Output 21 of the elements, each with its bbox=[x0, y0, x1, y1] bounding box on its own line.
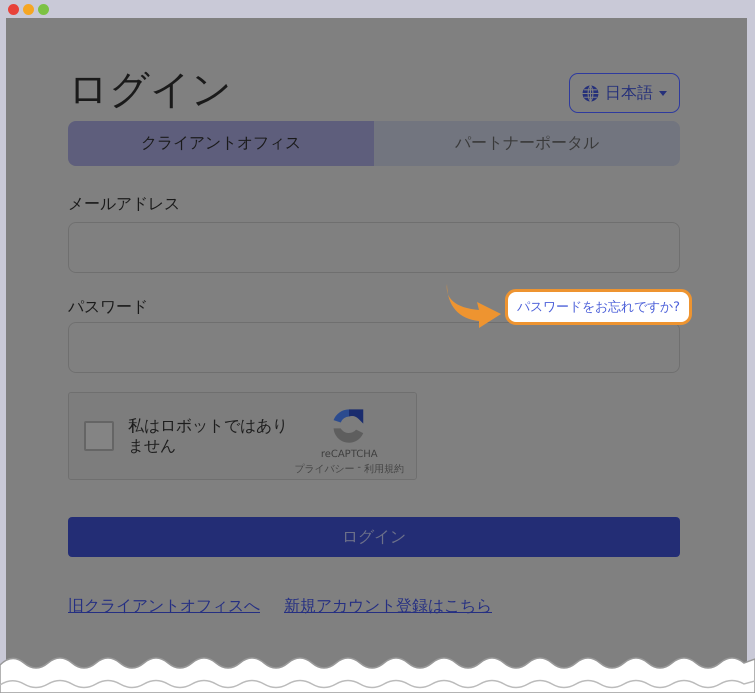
separator-text: - bbox=[357, 462, 361, 474]
forgot-password-link[interactable]: パスワードをお忘れですか? bbox=[505, 289, 692, 325]
field-label: メールアドレス bbox=[68, 194, 181, 215]
terms-link[interactable]: 利用規約 bbox=[364, 462, 404, 476]
page-title: ログイン bbox=[68, 66, 232, 114]
checkbox-label: 私はロボットではありません bbox=[128, 416, 289, 456]
close-button[interactable] bbox=[8, 4, 19, 14]
password-field[interactable] bbox=[68, 322, 680, 373]
footer-link[interactable]: 新規アカウント登録はこちら bbox=[284, 596, 492, 617]
maximize-button[interactable] bbox=[38, 4, 49, 14]
globe-icon bbox=[582, 84, 599, 102]
login-button[interactable]: ログイン bbox=[68, 517, 680, 557]
footer-link[interactable]: 旧クライアントオフィスへ bbox=[68, 596, 260, 617]
tab[interactable]: クライアントオフィス bbox=[68, 121, 374, 166]
field-label: パスワード bbox=[68, 296, 148, 318]
minimize-button[interactable] bbox=[23, 4, 34, 14]
captcha-brand: reCAPTCHA bbox=[320, 448, 378, 460]
caret-icon bbox=[659, 90, 667, 96]
language-button[interactable]: 日本語 bbox=[569, 73, 680, 113]
checkbox[interactable] bbox=[84, 421, 114, 451]
privacy-link[interactable]: プライバシー bbox=[294, 462, 354, 476]
